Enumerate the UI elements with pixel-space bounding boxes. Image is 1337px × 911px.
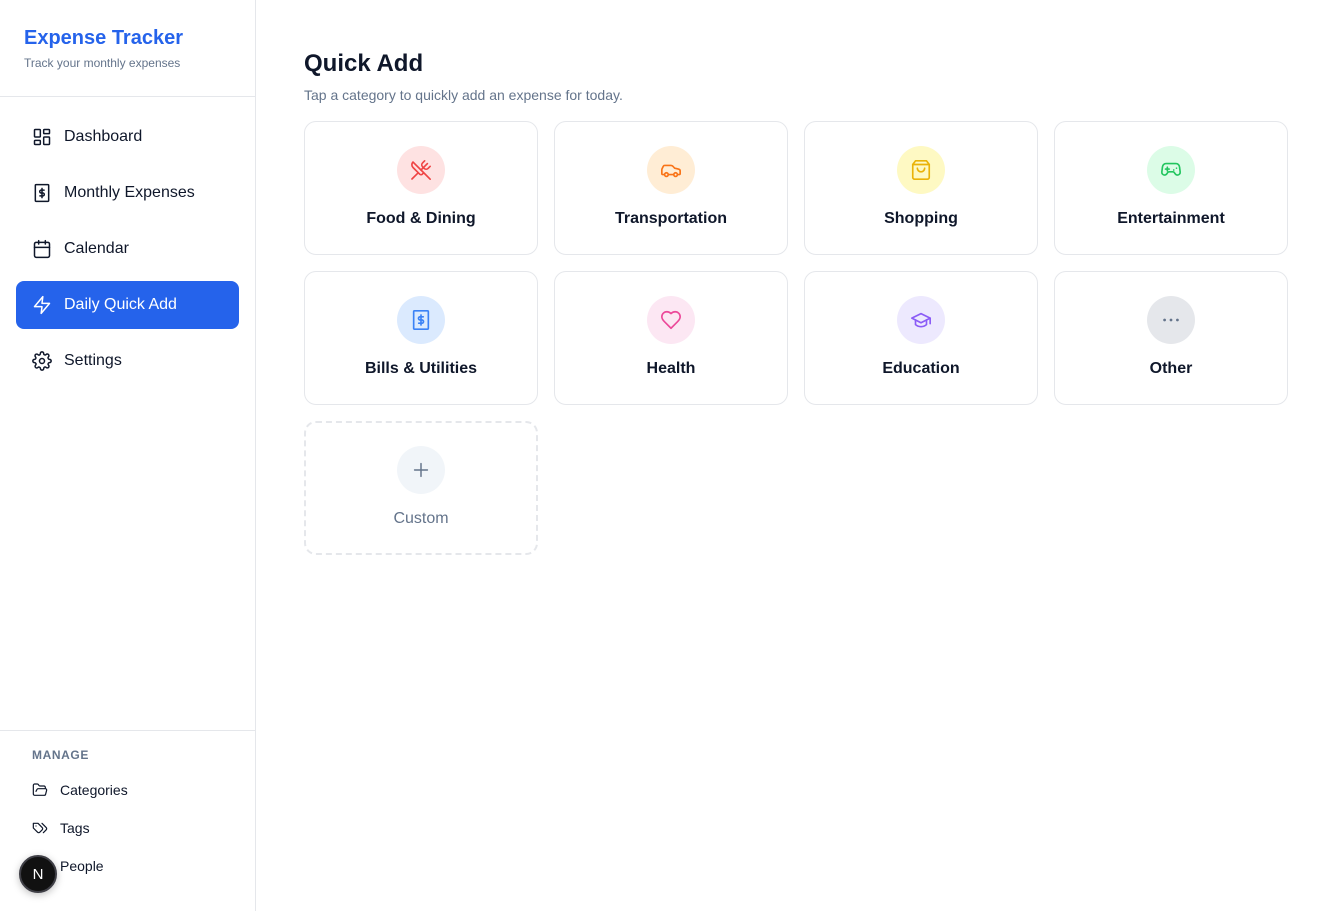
receipt-icon: [32, 183, 52, 203]
folder-icon: [32, 782, 48, 798]
category-icon-circle: [397, 296, 445, 344]
manage-heading: MANAGE: [32, 748, 89, 762]
nav-item-dashboard[interactable]: Dashboard: [16, 113, 239, 161]
category-icon-circle: [647, 146, 695, 194]
category-icon-circle: [897, 296, 945, 344]
car-icon: [661, 164, 681, 178]
main-content: Quick Add Tap a category to quickly add …: [304, 0, 1289, 555]
category-icon-circle: [1147, 146, 1195, 194]
nav-item-daily-quick-add[interactable]: Daily Quick Add: [16, 281, 239, 329]
layout-dashboard-icon: [32, 127, 52, 147]
category-card-bills-utilities[interactable]: Bills & Utilities: [304, 271, 538, 405]
nav-item-label: Monthly Expenses: [64, 184, 195, 201]
category-icon-circle: [397, 146, 445, 194]
category-card-shopping[interactable]: Shopping: [804, 121, 1038, 255]
manage-item-label: Categories: [60, 782, 128, 798]
heart-icon: [661, 310, 681, 330]
category-label: Bills & Utilities: [364, 360, 478, 377]
category-label: Entertainment: [1117, 210, 1225, 227]
main-nav: Dashboard Monthly Expenses Calendar Dail…: [0, 97, 255, 385]
nav-item-monthly-expenses[interactable]: Monthly Expenses: [16, 169, 239, 217]
nav-item-calendar[interactable]: Calendar: [16, 225, 239, 273]
nav-item-settings[interactable]: Settings: [16, 337, 239, 385]
category-icon-circle: [1147, 296, 1195, 344]
add-custom-category-button[interactable]: Custom: [304, 421, 538, 555]
nav-item-label: Settings: [64, 352, 122, 369]
category-card-food-dining[interactable]: Food & Dining: [304, 121, 538, 255]
calendar-icon: [32, 239, 52, 259]
nav-item-label: Dashboard: [64, 128, 143, 145]
utensils-icon: [411, 160, 431, 180]
tag-icon: [32, 820, 48, 836]
category-card-entertainment[interactable]: Entertainment: [1054, 121, 1288, 255]
category-icon-circle: [647, 296, 695, 344]
nav-item-label: Calendar: [64, 240, 129, 257]
nav-item-label: Daily Quick Add: [64, 296, 177, 313]
manage-item-people[interactable]: People: [32, 844, 255, 888]
app-subtitle: Track your monthly expenses: [24, 56, 181, 70]
category-label: Transportation: [614, 210, 727, 227]
dev-tools-badge[interactable]: N: [19, 855, 57, 893]
app-root: Expense Tracker Track your monthly expen…: [0, 0, 1337, 911]
category-card-health[interactable]: Health: [554, 271, 788, 405]
category-card-transportation[interactable]: Transportation: [554, 121, 788, 255]
gamepad-icon: [1161, 162, 1181, 176]
page-title: Quick Add: [304, 50, 424, 77]
page-subtitle: Tap a category to quickly add an expense…: [304, 87, 623, 103]
category-label: Other: [1149, 360, 1193, 377]
plus-icon: [413, 462, 429, 478]
shopping-bag-icon: [911, 160, 931, 180]
brand: Expense Tracker Track your monthly expen…: [0, 0, 255, 97]
category-label: Food & Dining: [366, 210, 476, 227]
category-grid: Food & Dining Transportation Shopping En…: [304, 121, 1289, 555]
category-label: Education: [882, 360, 960, 377]
more-horizontal-icon: [1163, 318, 1179, 322]
category-card-education[interactable]: Education: [804, 271, 1038, 405]
lightning-icon: [32, 295, 52, 315]
category-card-other[interactable]: Other: [1054, 271, 1288, 405]
category-icon-circle: [897, 146, 945, 194]
sidebar: Expense Tracker Track your monthly expen…: [0, 0, 256, 911]
category-label: Shopping: [884, 210, 958, 227]
category-icon-circle: [397, 446, 445, 494]
app-title: Expense Tracker: [24, 27, 183, 49]
gear-icon: [32, 351, 52, 371]
receipt-icon: [412, 310, 430, 330]
category-label: Health: [646, 360, 696, 377]
graduation-cap-icon: [911, 312, 931, 328]
category-label: Custom: [393, 510, 449, 527]
manage-item-label: People: [60, 858, 104, 874]
manage-item-label: Tags: [60, 820, 90, 836]
